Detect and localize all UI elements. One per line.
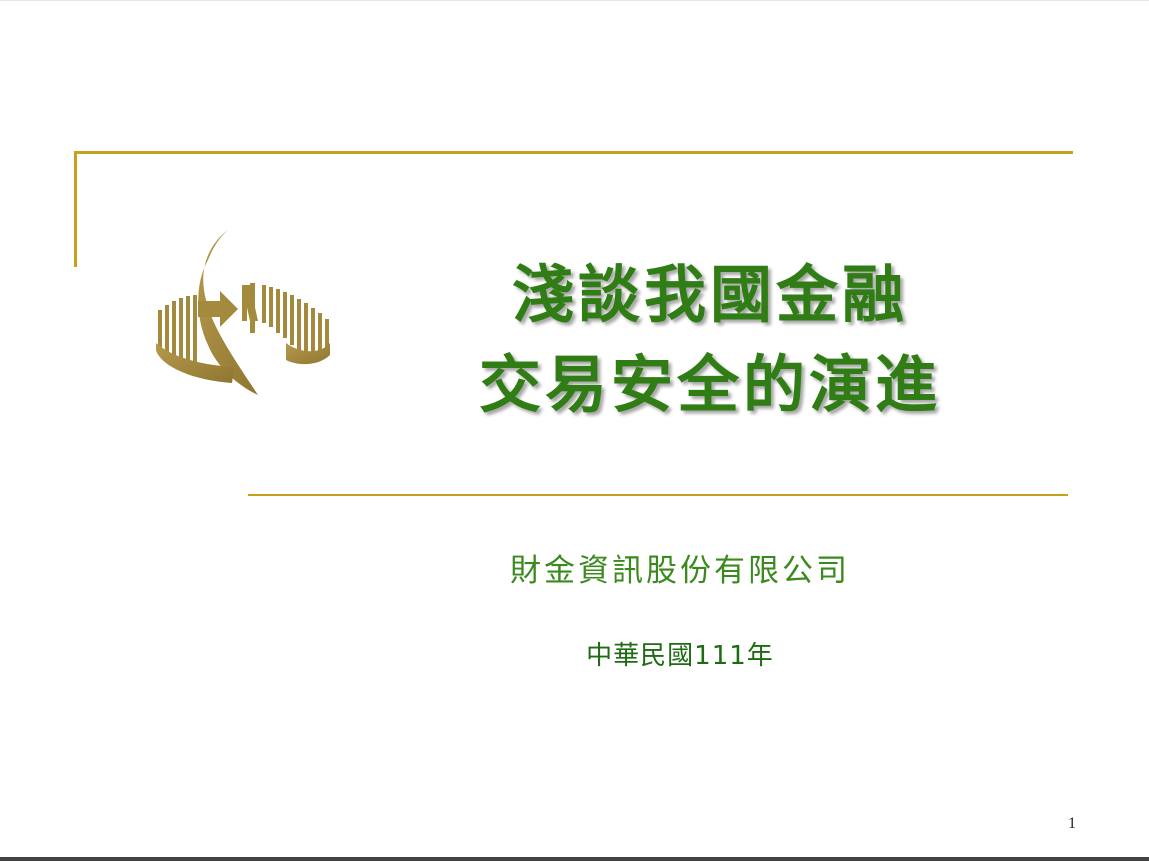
fisc-logo-icon (156, 230, 330, 395)
bottom-edge (0, 857, 1149, 861)
title-line-1: 淺談我國金融 (511, 258, 908, 331)
frame-left-rule (74, 151, 77, 267)
title-line-2: 交易安全的演進 (478, 348, 941, 421)
frame-top-rule (74, 151, 1073, 154)
company-name: 財金資訊股份有限公司 (510, 553, 850, 589)
top-edge (0, 0, 1149, 1)
divider-rule (248, 494, 1068, 496)
page-number: 1 (1068, 815, 1076, 832)
date-text: 中華民國111年 (586, 641, 774, 671)
slide-title: 淺談我國金融 交易安全的演進 (390, 250, 1030, 430)
